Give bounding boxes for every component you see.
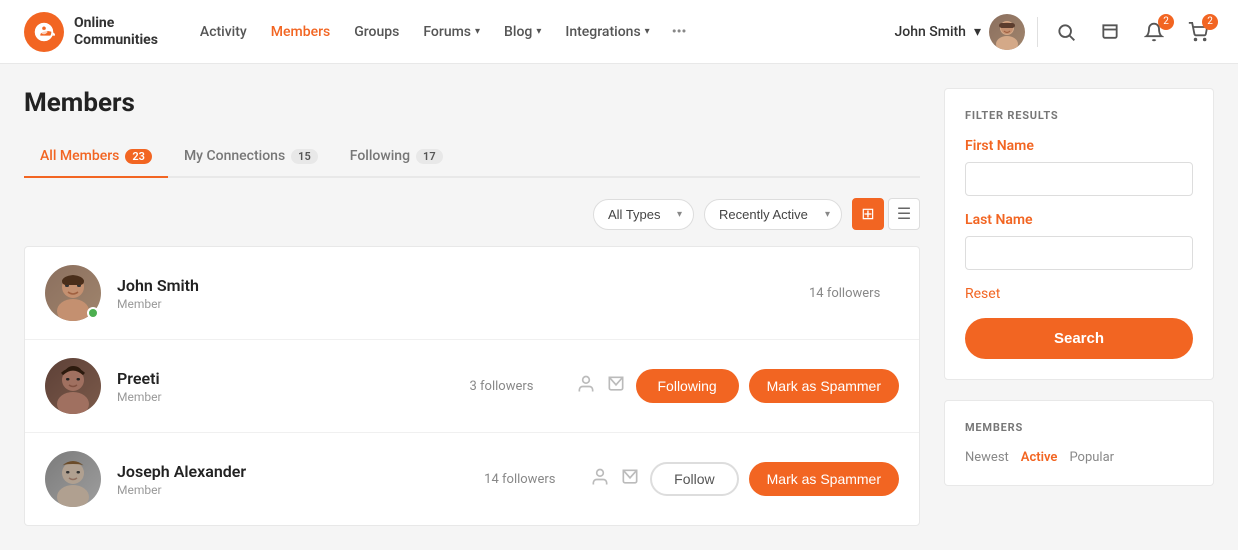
- member-role: Member: [117, 297, 793, 311]
- members-tabs: Newest Active Popular: [965, 450, 1193, 465]
- filter-results-card: FILTER RESULTS First Name Last Name Rese…: [944, 88, 1214, 380]
- nav-members[interactable]: Members: [261, 16, 340, 48]
- member-role: Member: [117, 483, 468, 497]
- following-button[interactable]: Following: [636, 369, 739, 403]
- member-name: John Smith: [117, 276, 793, 295]
- logo-icon: [24, 12, 64, 52]
- member-actions: Follow Mark as Spammer: [590, 462, 899, 496]
- nav-integrations[interactable]: Integrations ▾: [555, 16, 659, 48]
- member-info: Joseph Alexander Member: [117, 462, 468, 497]
- tabs: All Members 23 My Connections 15 Followi…: [24, 138, 920, 178]
- member-name: Preeti: [117, 369, 454, 388]
- user-avatar: [989, 14, 1025, 50]
- first-name-input[interactable]: [965, 162, 1193, 196]
- member-avatar-wrap: [45, 451, 101, 507]
- search-button[interactable]: Search: [965, 318, 1193, 359]
- profile-icon[interactable]: [576, 374, 596, 399]
- members-list: John Smith Member 14 followers: [24, 246, 920, 526]
- table-row: John Smith Member 14 followers: [25, 247, 919, 340]
- cart-icon-btn[interactable]: 2: [1182, 16, 1214, 48]
- nav-divider: [1037, 17, 1038, 47]
- cart-badge: 2: [1202, 14, 1218, 30]
- message-icon[interactable]: [620, 467, 640, 492]
- mark-spammer-button[interactable]: Mark as Spammer: [749, 462, 899, 496]
- list-view-btn[interactable]: ☰: [888, 198, 920, 230]
- search-icon-btn[interactable]: [1050, 16, 1082, 48]
- follow-button[interactable]: Follow: [650, 462, 738, 496]
- member-avatar-wrap: [45, 358, 101, 414]
- sort-filter[interactable]: Recently Active Newest Alphabetical: [704, 199, 842, 230]
- tab-my-connections-count: 15: [291, 149, 318, 164]
- view-toggle: ⊞ ☰: [852, 198, 920, 230]
- nav-activity[interactable]: Activity: [190, 16, 257, 48]
- mark-spammer-button[interactable]: Mark as Spammer: [749, 369, 899, 403]
- inbox-icon-btn[interactable]: [1094, 16, 1126, 48]
- page-wrap: Members All Members 23 My Connections 15…: [0, 64, 1238, 550]
- members-title: MEMBERS: [965, 421, 1193, 434]
- tab-following-count: 17: [416, 149, 443, 164]
- filter-results-title: FILTER RESULTS: [965, 109, 1193, 122]
- last-name-label: Last Name: [965, 212, 1193, 228]
- logo-text: OnlineCommunities: [74, 15, 158, 49]
- navbar: OnlineCommunities Activity Members Group…: [0, 0, 1238, 64]
- table-row: Joseph Alexander Member 14 followers Fol…: [25, 433, 919, 525]
- profile-icon[interactable]: [590, 467, 610, 492]
- member-followers: 14 followers: [809, 286, 899, 301]
- member-info: Preeti Member: [117, 369, 454, 404]
- members-tab-newest[interactable]: Newest: [965, 450, 1009, 465]
- members-tab-popular[interactable]: Popular: [1069, 450, 1114, 465]
- grid-view-btn[interactable]: ⊞: [852, 198, 884, 230]
- members-tab-active[interactable]: Active: [1021, 450, 1058, 465]
- type-filter[interactable]: All Types: [593, 199, 694, 230]
- tab-following[interactable]: Following 17: [334, 138, 459, 178]
- member-followers: 3 followers: [470, 379, 560, 394]
- member-info: John Smith Member: [117, 276, 793, 311]
- last-name-input[interactable]: [965, 236, 1193, 270]
- nav-forums[interactable]: Forums ▾: [413, 16, 490, 48]
- sidebar: FILTER RESULTS First Name Last Name Rese…: [944, 88, 1214, 526]
- nav-links: Activity Members Groups Forums ▾ Blog ▾ …: [190, 16, 694, 48]
- tab-all-members-count: 23: [125, 149, 152, 164]
- user-name: John Smith: [895, 24, 966, 40]
- member-role: Member: [117, 390, 454, 404]
- tab-my-connections[interactable]: My Connections 15: [168, 138, 334, 178]
- table-row: Preeti Member 3 followers Following Mark…: [25, 340, 919, 433]
- user-menu[interactable]: John Smith ▾: [895, 14, 1026, 50]
- avatar: [45, 451, 101, 507]
- notifications-icon-btn[interactable]: 2: [1138, 16, 1170, 48]
- first-name-label: First Name: [965, 138, 1193, 154]
- type-filter-wrap: All Types ▾: [593, 199, 694, 230]
- notification-badge: 2: [1158, 14, 1174, 30]
- member-actions: Following Mark as Spammer: [576, 369, 900, 403]
- logo[interactable]: OnlineCommunities: [24, 12, 158, 52]
- main-content: Members All Members 23 My Connections 15…: [24, 88, 920, 526]
- nav-groups[interactable]: Groups: [344, 16, 409, 48]
- nav-right: John Smith ▾ 2: [895, 14, 1215, 50]
- avatar: [45, 358, 101, 414]
- nav-blog[interactable]: Blog ▾: [494, 16, 551, 48]
- filters-bar: All Types ▾ Recently Active Newest Alpha…: [24, 198, 920, 230]
- reset-link[interactable]: Reset: [965, 286, 1193, 302]
- page-title: Members: [24, 88, 920, 118]
- online-indicator: [87, 307, 99, 319]
- sort-filter-wrap: Recently Active Newest Alphabetical ▾: [704, 199, 842, 230]
- member-followers: 14 followers: [484, 472, 574, 487]
- member-avatar-wrap: [45, 265, 101, 321]
- tab-all-members[interactable]: All Members 23: [24, 138, 168, 178]
- member-name: Joseph Alexander: [117, 462, 468, 481]
- members-card: MEMBERS Newest Active Popular: [944, 400, 1214, 486]
- message-icon[interactable]: [606, 374, 626, 399]
- nav-more[interactable]: •••: [664, 16, 695, 48]
